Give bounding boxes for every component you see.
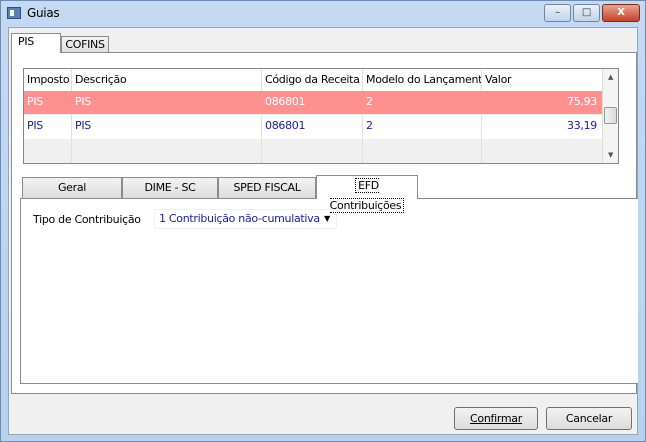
header-valor[interactable]: Valor xyxy=(482,69,603,93)
app-icon xyxy=(7,7,21,19)
minimize-button[interactable]: – xyxy=(544,4,571,22)
cell-modelo: 2 xyxy=(363,91,482,114)
maximize-button[interactable]: □ xyxy=(573,4,600,22)
cell-valor: 75,93 xyxy=(482,91,603,114)
header-modelo[interactable]: Modelo do Lançamento xyxy=(363,69,482,93)
scroll-thumb[interactable] xyxy=(604,107,617,124)
window-title: Guias xyxy=(27,6,60,20)
cell-valor: 33,19 xyxy=(482,115,603,139)
tab-pis[interactable]: PIS xyxy=(11,33,61,53)
cell-codigo: 086801 xyxy=(262,91,363,114)
header-codigo[interactable]: Código da Receita xyxy=(262,69,363,93)
tab-sped-fiscal[interactable]: SPED FISCAL xyxy=(218,177,316,198)
empty-row xyxy=(24,139,603,163)
select-value: 1 Contribuição não-cumulativa xyxy=(159,212,320,225)
table-row[interactable]: PIS PIS 086801 2 33,19 xyxy=(24,115,603,139)
confirm-button[interactable]: Confirmar xyxy=(454,407,538,430)
tab-efd-contribuicoes[interactable]: EFD Contribuições xyxy=(316,175,418,213)
grid-header: Imposto Descrição Código da Receita Mode… xyxy=(24,69,603,93)
cancel-button[interactable]: Cancelar xyxy=(546,407,632,430)
guias-grid[interactable]: Imposto Descrição Código da Receita Mode… xyxy=(23,68,619,164)
cell-modelo: 2 xyxy=(363,115,482,139)
cell-descricao: PIS xyxy=(72,91,262,114)
scroll-down-icon[interactable]: ▼ xyxy=(603,147,618,163)
scroll-up-icon[interactable]: ▲ xyxy=(603,69,618,85)
tipo-contribuicao-select[interactable]: 1 Contribuição não-cumulativa ▼ xyxy=(154,209,337,229)
close-button[interactable]: X xyxy=(602,4,640,22)
title-bar[interactable]: Guias – □ X xyxy=(1,1,645,27)
client-area: PIS COFINS Imposto Descrição Código da R… xyxy=(8,27,638,435)
cell-imposto: PIS xyxy=(24,115,72,139)
header-imposto[interactable]: Imposto xyxy=(24,69,72,93)
tab-dime-sc[interactable]: DIME - SC xyxy=(122,177,218,198)
table-row[interactable]: PIS PIS 086801 2 75,93 xyxy=(24,91,603,115)
tab-label: EFD Contribuições xyxy=(329,178,405,213)
cell-codigo: 086801 xyxy=(262,115,363,139)
tipo-contribuicao-label: Tipo de Contribuição xyxy=(33,213,141,226)
grid-scrollbar[interactable]: ▲ ▼ xyxy=(602,69,618,163)
tab-geral[interactable]: Geral xyxy=(22,177,122,198)
cell-imposto: PIS xyxy=(24,91,72,114)
efd-panel: Tipo de Contribuição 1 Contribuição não-… xyxy=(20,198,638,384)
window: Guias – □ X PIS COFINS Imposto Descrição… xyxy=(0,0,646,442)
confirm-label: Confirmar xyxy=(470,412,522,425)
cell-descricao: PIS xyxy=(72,115,262,139)
header-descricao[interactable]: Descrição xyxy=(72,69,262,93)
